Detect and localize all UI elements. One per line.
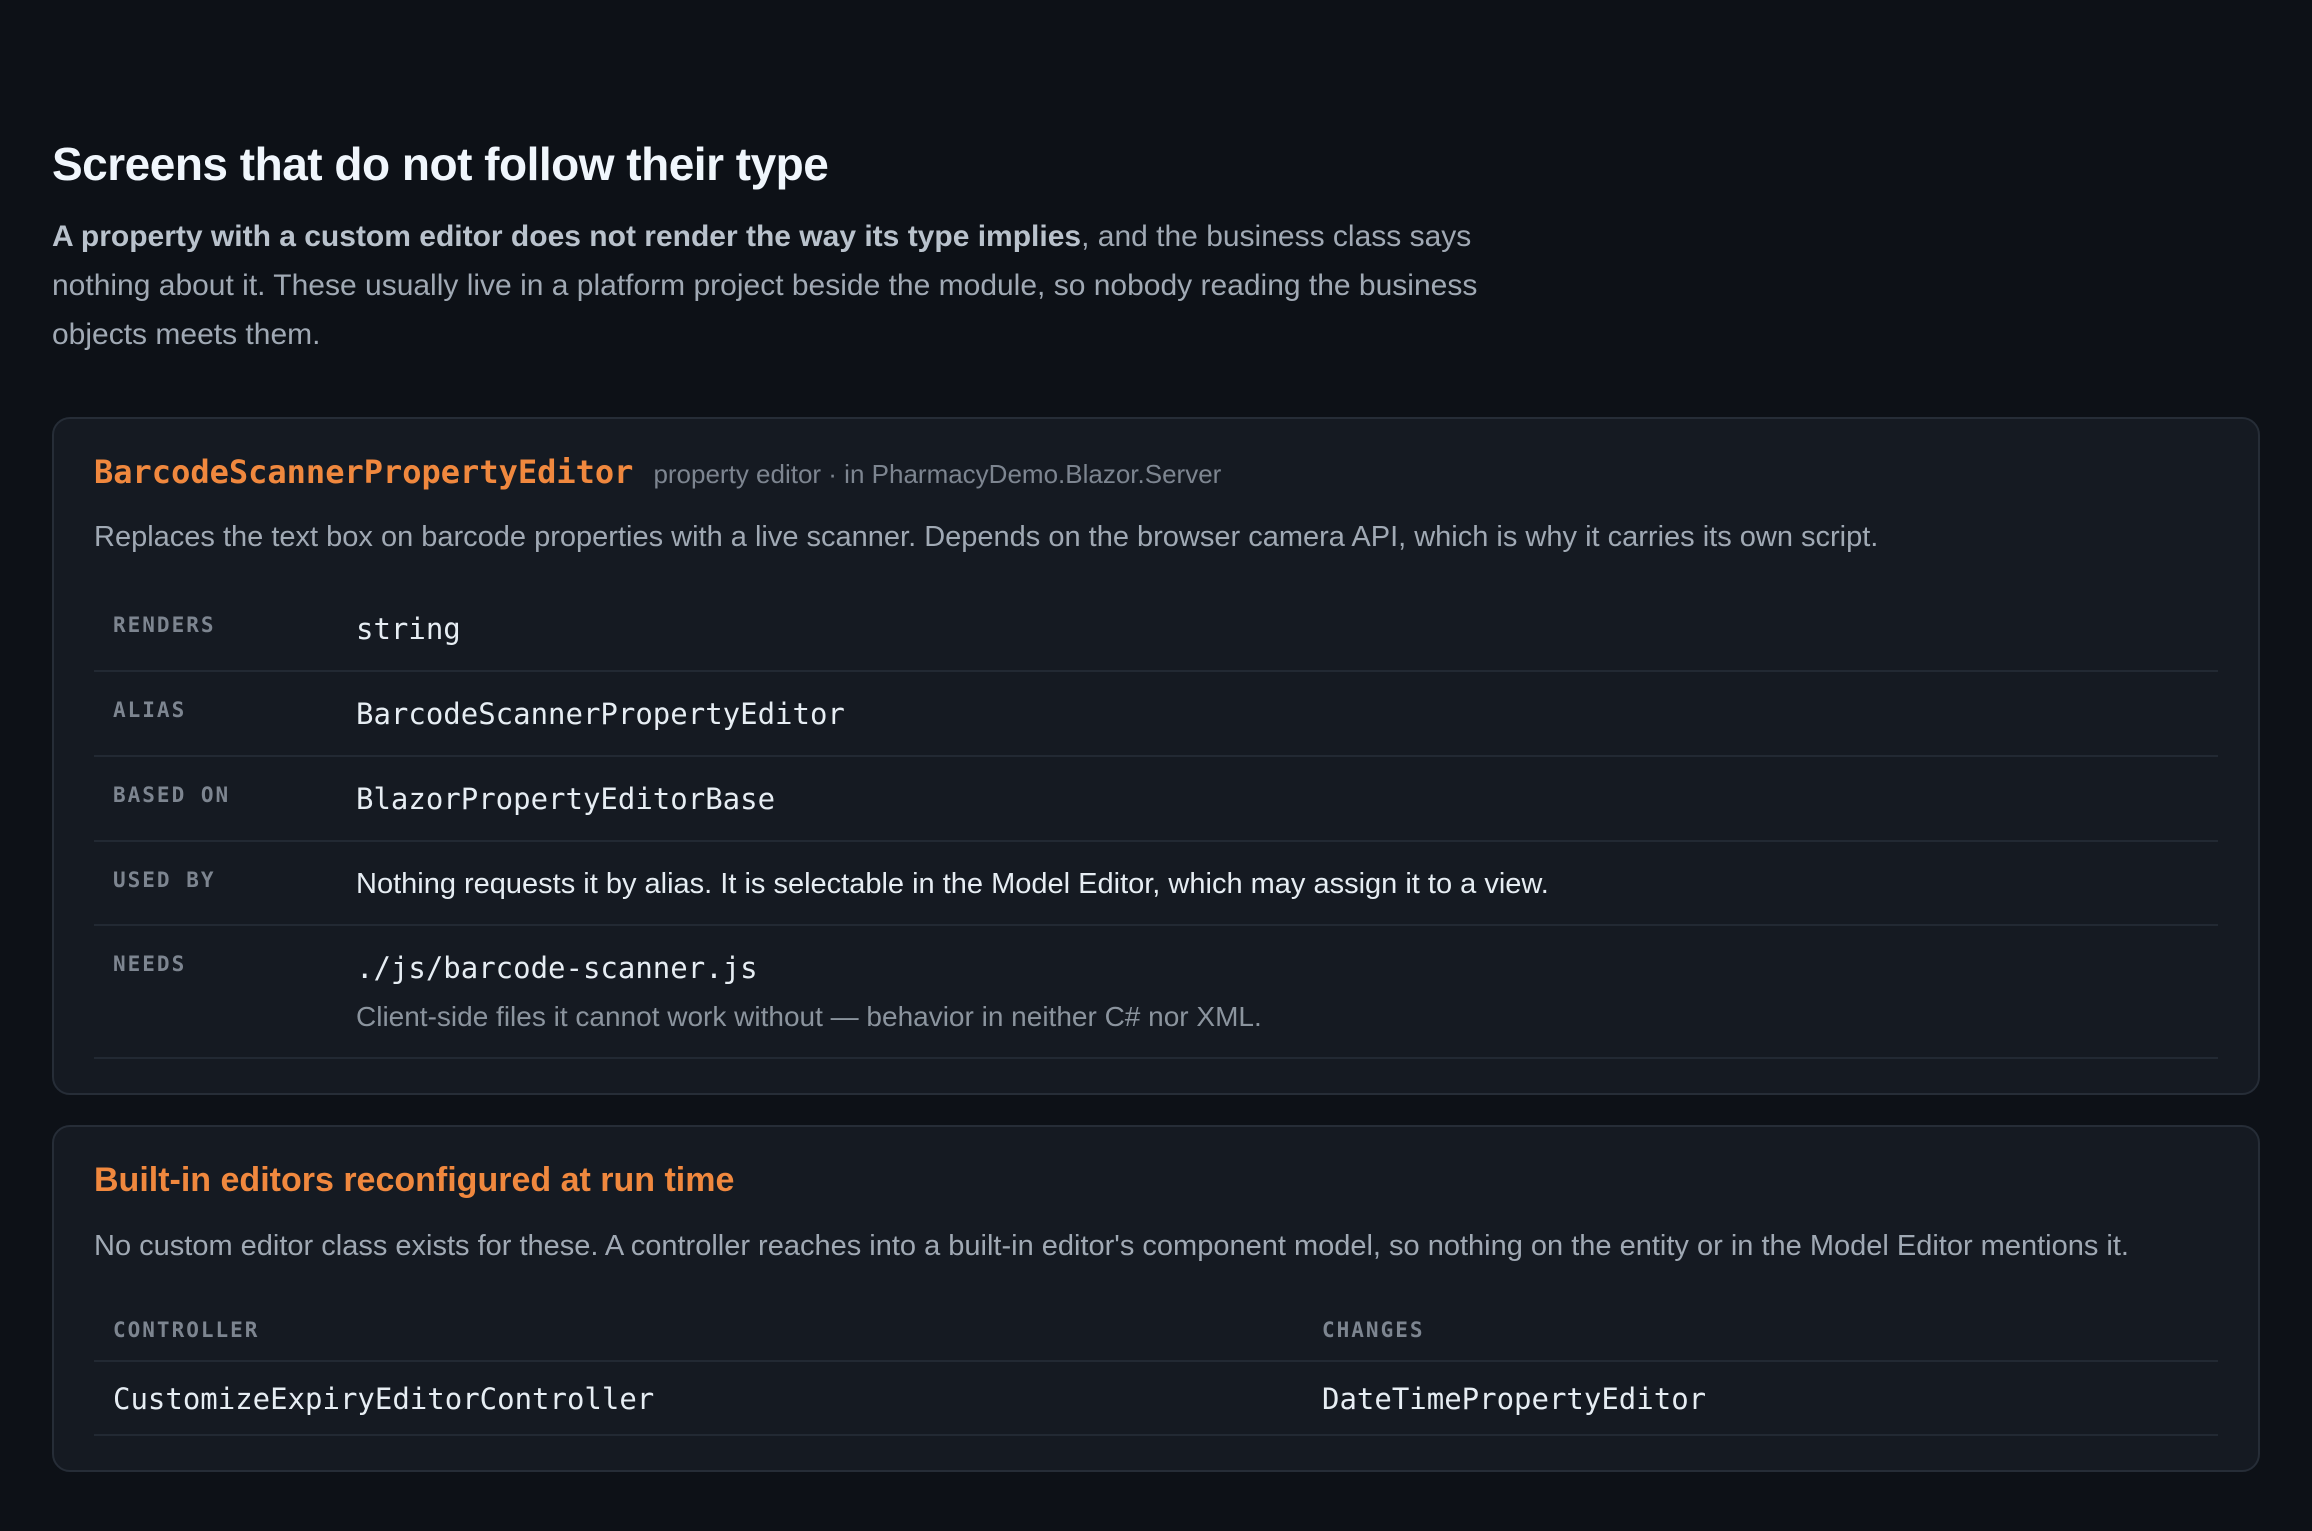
property-row-alias: ALIAS BarcodeScannerPropertyEditor — [94, 672, 2218, 757]
section-lead-emphasis: A property with a custom editor does not… — [52, 220, 1082, 253]
property-value: BlazorPropertyEditorBase — [356, 779, 2218, 820]
alias-value: BarcodeScannerPropertyEditor — [356, 697, 845, 731]
builtin-editors-description: No custom editor class exists for these.… — [94, 1230, 2129, 1262]
renders-type: string — [356, 612, 461, 646]
property-key: BASED ON — [113, 783, 231, 807]
property-key: USED BY — [113, 868, 216, 892]
controllers-table: CONTROLLER CHANGES CustomizeExpiryEditor… — [94, 1296, 2218, 1436]
editor-name: BarcodeScannerPropertyEditor — [94, 453, 634, 491]
property-row-needs: NEEDS ./js/barcode-scanner.js Client-sid… — [94, 926, 2218, 1059]
property-key: ALIAS — [113, 698, 187, 722]
property-value: ./js/barcode-scanner.js Client-side file… — [356, 948, 2218, 1037]
editor-properties-table: RENDERS string ALIAS BarcodeScannerPrope… — [94, 587, 2218, 1059]
property-row-based-on: BASED ON BlazorPropertyEditorBase — [94, 757, 2218, 842]
controllers-table-header: CONTROLLER CHANGES — [94, 1296, 2218, 1362]
column-header-changes: CHANGES — [1322, 1318, 1425, 1342]
needs-note: Client-side files it cannot work without… — [356, 1001, 1262, 1032]
editor-meta: property editor · in PharmacyDemo.Blazor… — [653, 459, 1222, 489]
property-key: RENDERS — [113, 613, 216, 637]
property-row-renders: RENDERS string — [94, 587, 2218, 672]
section-lead: A property with a custom editor does not… — [52, 212, 1522, 359]
editor-card: BarcodeScannerPropertyEditor property ed… — [52, 417, 2260, 1095]
property-key: NEEDS — [113, 952, 187, 976]
builtin-editors-card: Built-in editors reconfigured at run tim… — [52, 1125, 2260, 1472]
controller-name: CustomizeExpiryEditorController — [113, 1382, 655, 1416]
changed-editor-name: DateTimePropertyEditor — [1322, 1382, 1707, 1416]
base-class-value: BlazorPropertyEditorBase — [356, 782, 776, 816]
property-value: BarcodeScannerPropertyEditor — [356, 694, 2218, 735]
column-header-controller: CONTROLLER — [113, 1318, 260, 1342]
editor-description: Replaces the text box on barcode propert… — [94, 521, 1879, 553]
section-title: Screens that do not follow their type — [52, 138, 829, 190]
page: Screens that do not follow their type A … — [0, 0, 2312, 1472]
property-value: string — [356, 609, 2218, 650]
used-by-value: Nothing requests it by alias. It is sele… — [356, 868, 1549, 900]
property-row-used-by: USED BY Nothing requests it by alias. It… — [94, 842, 2218, 926]
needs-script-path: ./js/barcode-scanner.js — [356, 951, 758, 985]
table-row: CustomizeExpiryEditorController DateTime… — [94, 1362, 2218, 1436]
editor-card-header: BarcodeScannerPropertyEditor property ed… — [94, 453, 2218, 491]
builtin-editors-title: Built-in editors reconfigured at run tim… — [94, 1161, 735, 1199]
